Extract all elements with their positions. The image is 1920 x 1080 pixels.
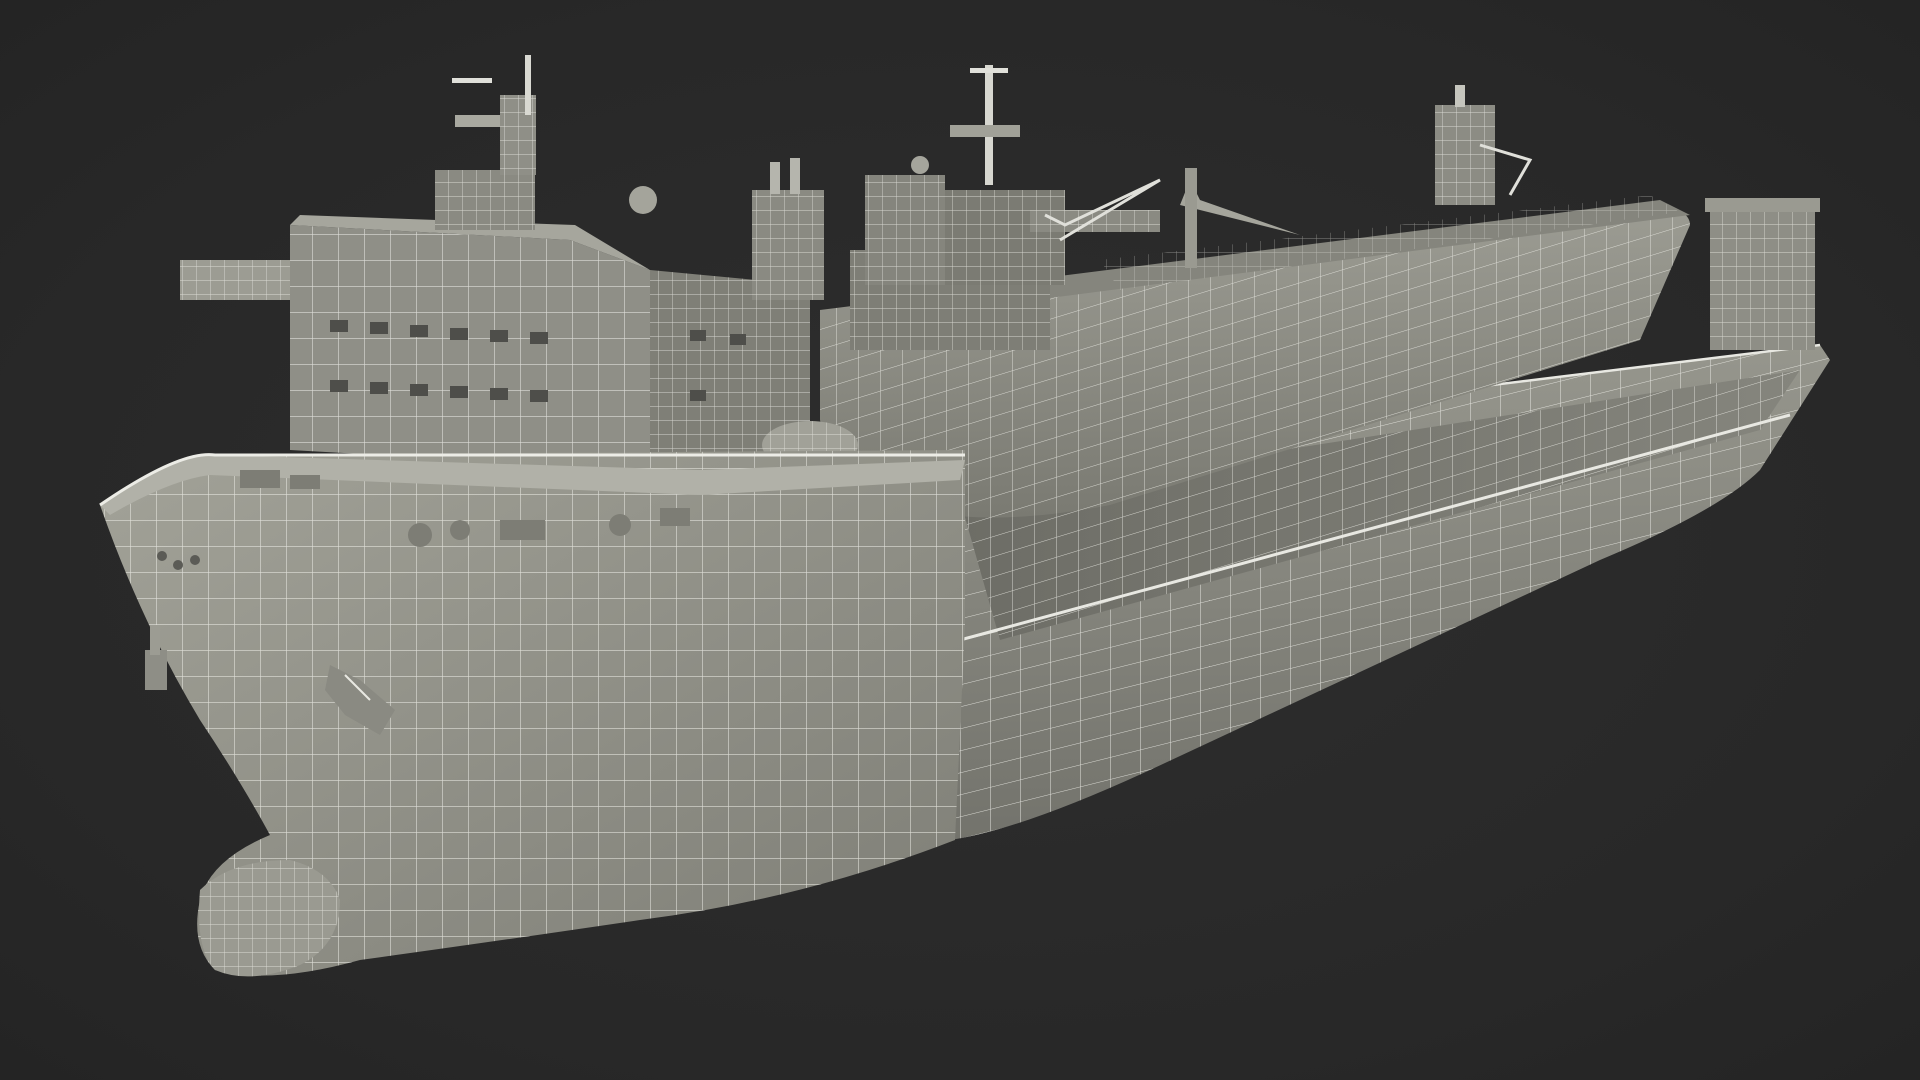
render-viewport: [0, 0, 1920, 1080]
forward-superstructure: [180, 55, 858, 490]
ship-render: [99, 55, 1830, 977]
bow-hull: [99, 450, 965, 977]
